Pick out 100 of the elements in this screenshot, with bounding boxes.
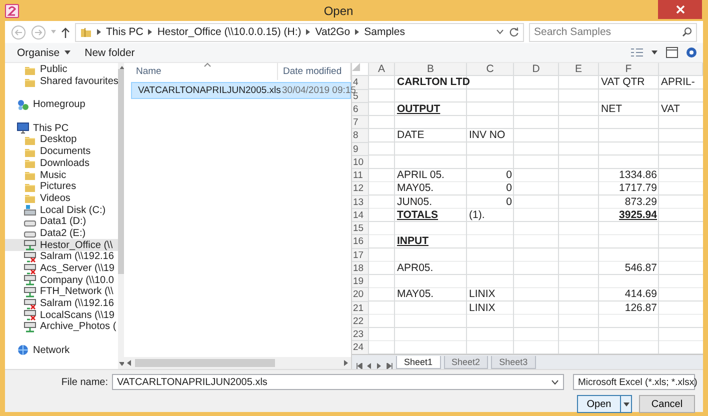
nav-item[interactable]: Shared favourites bbox=[5, 76, 118, 88]
help-icon[interactable] bbox=[686, 47, 697, 58]
row-number[interactable]: 12 bbox=[352, 182, 369, 196]
network-drive-icon bbox=[24, 274, 36, 286]
disconnected-network-drive-icon bbox=[24, 309, 36, 322]
row-number[interactable]: 15 bbox=[352, 222, 369, 236]
search-field[interactable]: Search Samples bbox=[529, 22, 697, 42]
nav-item[interactable]: Downloads bbox=[5, 158, 118, 170]
nav-item[interactable]: Network bbox=[5, 344, 118, 356]
previous-sheet-arrow-icon[interactable] bbox=[366, 363, 373, 369]
caret-icon bbox=[64, 50, 71, 55]
nav-item[interactable]: Pictures bbox=[5, 180, 118, 193]
row-number[interactable]: 24 bbox=[352, 341, 369, 354]
column-header[interactable]: F bbox=[599, 63, 659, 76]
file-name-field[interactable]: VATCARLTONAPRILJUN2005.xls bbox=[112, 374, 564, 390]
column-header[interactable]: Name bbox=[131, 63, 278, 80]
spreadsheet-cell-text: 3925.94 bbox=[618, 208, 658, 222]
folder-icon bbox=[24, 157, 36, 170]
row-number[interactable]: 19 bbox=[352, 275, 369, 288]
spreadsheet-cell-text: 546.87 bbox=[624, 262, 658, 275]
row-number[interactable]: 7 bbox=[352, 116, 369, 130]
sort-ascending-icon bbox=[204, 63, 211, 67]
row-number[interactable]: 6 bbox=[352, 102, 369, 116]
folder-icon bbox=[80, 26, 92, 38]
column-header[interactable]: A bbox=[369, 63, 395, 76]
up-arrow-icon[interactable] bbox=[61, 26, 70, 38]
nav-item[interactable]: Desktop bbox=[5, 134, 118, 146]
organise-button[interactable]: Organise bbox=[14, 46, 74, 60]
spreadsheet-cell-text: VAT bbox=[660, 102, 681, 116]
chevron-right-icon bbox=[355, 29, 360, 35]
scroll-right-icon[interactable] bbox=[344, 360, 348, 366]
nav-item[interactable]: Salram (\\192.16 bbox=[5, 251, 118, 263]
new-folder-button[interactable]: New folder bbox=[82, 46, 138, 60]
sheet-tab[interactable]: Sheet2 bbox=[444, 356, 488, 369]
cancel-button[interactable]: Cancel bbox=[639, 395, 695, 413]
sheet-tab[interactable]: Sheet3 bbox=[491, 356, 536, 369]
row-number[interactable]: 11 bbox=[352, 169, 369, 182]
row-number[interactable]: 8 bbox=[352, 129, 369, 142]
file-name[interactable]: VATCARLTONAPRILJUN2005.xls bbox=[138, 85, 281, 96]
nav-item[interactable]: Homegroup bbox=[5, 99, 118, 111]
breadcrumb[interactable]: Vat2Go bbox=[315, 26, 350, 38]
row-number[interactable]: 21 bbox=[352, 302, 369, 315]
row-number[interactable]: 17 bbox=[352, 248, 369, 262]
spreadsheet-cell-text: DATE bbox=[396, 129, 426, 142]
dropdown-caret-icon[interactable] bbox=[496, 29, 504, 35]
next-sheet-arrow-icon[interactable] bbox=[376, 363, 383, 369]
row-number[interactable]: 22 bbox=[352, 314, 369, 328]
open-options-button[interactable] bbox=[620, 395, 632, 413]
row-number[interactable]: 9 bbox=[352, 142, 369, 156]
chevron-right-icon bbox=[306, 29, 310, 35]
file-type-dropdown[interactable]: Microsoft Excel (*.xls; *.xlsx) bbox=[573, 374, 695, 390]
nav-item[interactable]: LocalScans (\\19 bbox=[5, 309, 118, 322]
spreadsheet-cell-text: TOTALS bbox=[396, 208, 440, 222]
row-number[interactable]: 23 bbox=[352, 328, 369, 342]
row-number[interactable]: 20 bbox=[352, 288, 369, 302]
row-number[interactable]: 10 bbox=[352, 156, 369, 169]
column-header[interactable]: C bbox=[467, 63, 514, 76]
row-number[interactable]: 16 bbox=[352, 235, 369, 248]
preview-pane-icon[interactable] bbox=[666, 47, 678, 58]
scrollbar-thumb[interactable] bbox=[135, 359, 275, 367]
network-drive-icon bbox=[24, 239, 36, 252]
address-field[interactable]: This PC Hestor_Office (\\10.0.0.15) (H:) Vat2Go Samples bbox=[75, 22, 524, 42]
nav-item[interactable]: Local Disk (C:) bbox=[5, 204, 118, 216]
nav-item[interactable]: Public bbox=[5, 64, 118, 76]
first-sheet-arrow-icon[interactable] bbox=[356, 363, 363, 369]
view-options-icon[interactable] bbox=[631, 48, 643, 58]
column-header[interactable]: B bbox=[395, 63, 467, 76]
spreadsheet-cell-text: 1334.86 bbox=[618, 169, 658, 182]
nav-item[interactable]: Salram (\\192.16 bbox=[5, 298, 118, 310]
breadcrumb[interactable]: Samples bbox=[364, 26, 405, 38]
breadcrumb[interactable]: This PC bbox=[106, 26, 144, 38]
nav-item[interactable]: This PC bbox=[5, 122, 118, 134]
sheet-tab[interactable]: Sheet1 bbox=[396, 356, 441, 369]
last-sheet-arrow-icon[interactable] bbox=[386, 363, 393, 369]
column-header[interactable]: D bbox=[514, 63, 559, 76]
close-button[interactable] bbox=[658, 0, 702, 19]
spreadsheet-cell-text: JUN05. bbox=[396, 196, 434, 209]
row-number[interactable]: 14 bbox=[352, 208, 369, 222]
nav-item[interactable]: Hestor_Office (\\ bbox=[5, 239, 118, 251]
row-number[interactable]: 13 bbox=[352, 196, 369, 209]
nav-item[interactable]: Documents bbox=[5, 146, 118, 158]
nav-item[interactable]: Acs_Server (\\19 bbox=[5, 262, 118, 274]
disconnected-network-drive-icon bbox=[24, 298, 36, 310]
column-header[interactable]: E bbox=[559, 63, 599, 76]
breadcrumb[interactable]: Hestor_Office (\\10.0.0.15) (H:) bbox=[157, 26, 302, 38]
horizontal-scrollbar[interactable] bbox=[124, 357, 351, 369]
open-button[interactable]: Open bbox=[577, 395, 620, 413]
nav-item[interactable]: FTH_Network (\\ bbox=[5, 286, 118, 298]
row-number[interactable]: 18 bbox=[352, 262, 369, 275]
nav-item[interactable]: Data2 (E:) bbox=[5, 228, 118, 240]
nav-item[interactable]: Company (\\10.0 bbox=[5, 274, 118, 286]
scroll-down-icon[interactable] bbox=[118, 362, 125, 366]
nav-item[interactable]: Music bbox=[5, 169, 118, 181]
app-icon bbox=[5, 4, 19, 18]
column-header[interactable]: Date modified bbox=[278, 63, 351, 80]
refresh-icon[interactable] bbox=[509, 27, 519, 37]
nav-item[interactable]: Archive_Photos ( bbox=[5, 321, 118, 333]
nav-item[interactable]: Data1 (D:) bbox=[5, 216, 118, 228]
nav-item[interactable]: Videos bbox=[5, 192, 118, 204]
search-icon[interactable] bbox=[682, 26, 692, 36]
